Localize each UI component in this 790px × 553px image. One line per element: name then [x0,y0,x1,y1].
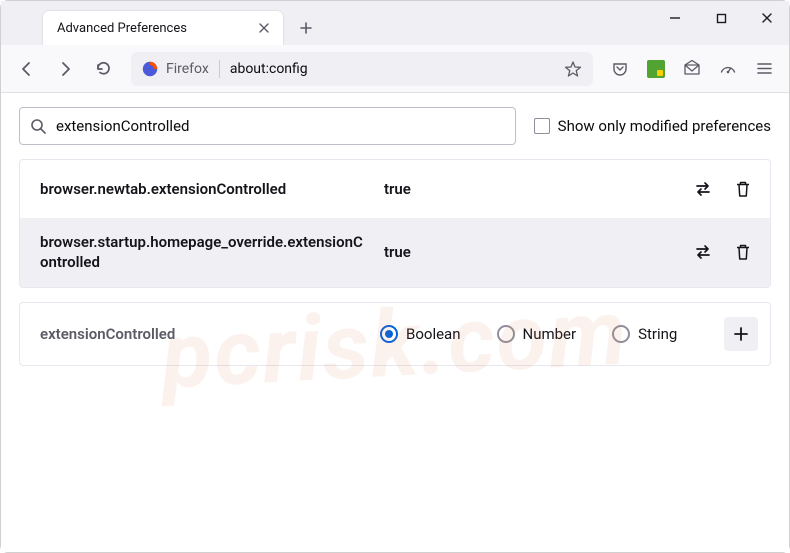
checkbox-icon [534,118,550,134]
url-input[interactable] [230,61,554,77]
tab-title: Advanced Preferences [57,21,255,36]
radio-label: Boolean [406,325,461,343]
show-modified-checkbox[interactable]: Show only modified preferences [534,117,771,135]
pref-actions [688,174,758,204]
reload-button[interactable] [87,53,119,85]
pocket-icon[interactable] [605,54,635,84]
pref-row[interactable]: browser.startup.homepage_override.extens… [20,218,770,287]
minimize-button[interactable] [652,0,698,36]
url-bar[interactable]: Firefox [131,52,593,86]
back-button[interactable] [11,53,43,85]
maximize-button[interactable] [698,0,744,36]
forward-button[interactable] [49,53,81,85]
identity-box[interactable]: Firefox [142,61,209,77]
radio-string[interactable]: String [612,325,677,343]
inbox-icon[interactable] [677,54,707,84]
search-box[interactable] [19,107,516,145]
radio-dot-icon [497,325,515,343]
new-tab-button[interactable] [291,13,321,43]
identity-label: Firefox [166,61,209,77]
add-preference-row: extensionControlled Boolean Number Strin… [19,302,771,366]
type-radio-group: Boolean Number String [380,325,694,343]
toggle-button[interactable] [688,174,718,204]
firefox-icon [142,61,158,77]
radio-number[interactable]: Number [497,325,577,343]
preferences-list: browser.newtab.extensionControlled true … [19,159,771,288]
close-window-button[interactable] [744,0,790,36]
radio-dot-icon [612,325,630,343]
radio-boolean[interactable]: Boolean [380,325,461,343]
show-modified-label: Show only modified preferences [558,117,771,135]
dashboard-icon[interactable] [713,54,743,84]
browser-window: Advanced Preferences Firefox [0,0,790,553]
about-config-content: Show only modified preferences browser.n… [1,93,789,552]
delete-button[interactable] [728,237,758,267]
radio-label: Number [523,325,577,343]
pref-value: true [384,180,674,198]
close-tab-icon[interactable] [255,19,273,37]
pref-value: true [384,243,674,261]
add-button[interactable] [724,317,758,351]
toolbar: Firefox [1,45,789,93]
urlbar-separator [219,60,220,78]
pref-actions [688,237,758,267]
toggle-button[interactable] [688,237,718,267]
new-pref-name: extensionControlled [40,325,350,343]
radio-dot-icon [380,325,398,343]
search-input[interactable] [56,117,505,135]
extension-icon[interactable] [641,54,671,84]
menu-button[interactable] [749,54,779,84]
window-controls [652,0,790,44]
search-icon [30,118,46,134]
pref-name: browser.startup.homepage_override.extens… [40,232,370,273]
radio-label: String [638,325,677,343]
tab-active[interactable]: Advanced Preferences [43,11,283,45]
delete-button[interactable] [728,174,758,204]
pref-row[interactable]: browser.newtab.extensionControlled true [20,160,770,218]
search-row: Show only modified preferences [19,107,771,145]
bookmark-star-icon[interactable] [564,60,582,78]
pref-name: browser.newtab.extensionControlled [40,179,370,199]
